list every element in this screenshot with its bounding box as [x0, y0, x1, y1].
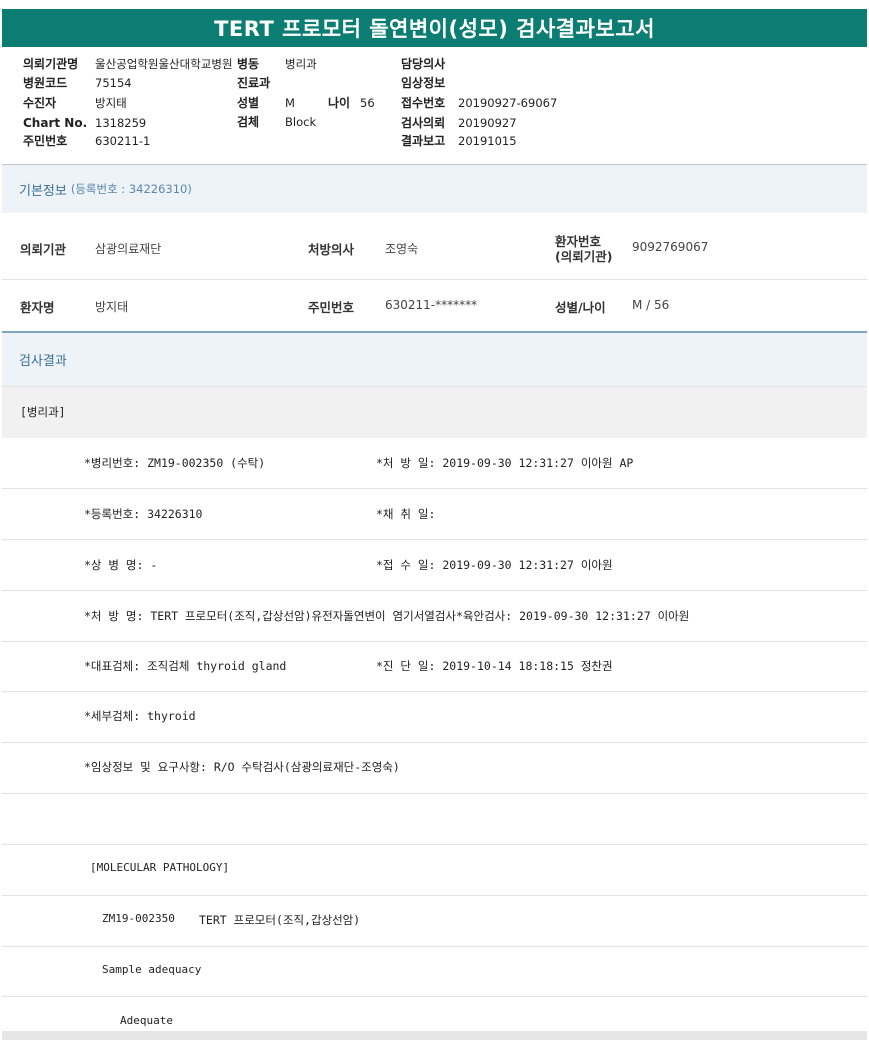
representative-specimen: *대표검체: 조직검체 thyroid gland [84, 659, 287, 673]
header-label-doctor: 담당의사 [401, 57, 446, 71]
basic-info-reg-no: (등록번호 : 34226310) [70, 182, 192, 196]
label-prescriber: 처방의사 [308, 242, 355, 257]
order-date: *처 방 일: 2019-09-30 12:31:27 이아원 AP [376, 456, 634, 470]
sample-adequacy-label: Sample adequacy [102, 963, 202, 976]
header-value-request-date: 20190927 [458, 116, 517, 130]
value-patient-no: 9092769067 [632, 240, 709, 254]
header-label-hospital-code: 병원코드 [23, 76, 68, 90]
result-row: *병리번호: ZM19-002350 (수탁) *처 방 일: 2019-09-… [2, 438, 867, 489]
clinical-info-request: *임상정보 및 요구사항: R/O 수탁검사(삼광의료재단-조영숙) [84, 760, 400, 774]
header-value-sex: M [285, 96, 295, 110]
result-row: *세부검체: thyroid [2, 692, 867, 743]
label-sex-age: 성별/나이 [555, 300, 606, 315]
mp-test-name: TERT 프로모터(조직,갑상선암) [199, 913, 361, 927]
dept-row: [병리과] [2, 386, 867, 438]
receipt-date: *접 수 일: 2019-09-30 12:31:27 이아원 [376, 558, 613, 572]
header-label-sex: 성별 [237, 96, 260, 110]
diagnosis-date: *진 단 일: 2019-10-14 18:18:15 정찬권 [376, 659, 613, 673]
header-value-report-date: 20191015 [458, 134, 517, 148]
label-patient-name: 환자명 [20, 300, 55, 315]
report-title: TERT 프로모터 돌연변이(성모) 검사결과보고서 [2, 9, 867, 47]
header-value-specimen: Block [285, 115, 317, 129]
result-row: *대표검체: 조직검체 thyroid gland *진 단 일: 2019-1… [2, 642, 867, 692]
header-label-chart-no: Chart No. [23, 116, 88, 130]
header-label-patient: 수진자 [23, 96, 57, 110]
header-value-age: 56 [360, 96, 375, 110]
mp-case-id: ZM19-002350 [102, 912, 175, 925]
header-label-specimen: 검체 [237, 115, 260, 129]
molecular-pathology-heading: [MOLECULAR PATHOLOGY] [90, 861, 230, 874]
header-label-ward: 병동 [237, 57, 260, 71]
label-patient-no-sub: (의뢰기관) [555, 249, 613, 264]
header-label-report-date: 결과보고 [401, 134, 446, 148]
order-name: *처 방 명: TERT 프로모터(조직,갑상선암)유전자돌연변이 염기서열검사… [84, 609, 690, 623]
result-row-empty [2, 794, 867, 845]
header-value-accession-no: 20190927-69067 [458, 96, 558, 110]
detail-specimen: *세부검체: thyroid [84, 709, 196, 723]
results-title: 검사결과 [19, 354, 67, 369]
header-value-requester: 울산공업학원울산대학교병원 [95, 57, 233, 71]
label-requesting-org: 의뢰기관 [20, 242, 67, 257]
value-resident-no: 630211-******* [385, 298, 478, 312]
result-row: *임상정보 및 요구사항: R/O 수탁검사(삼광의료재단-조영숙) [2, 743, 867, 794]
horizontal-scrollbar[interactable] [2, 1031, 867, 1040]
result-row: *상 병 명: - *접 수 일: 2019-09-30 12:31:27 이아… [2, 540, 867, 591]
header-label-dept: 진료과 [237, 76, 271, 90]
header-label-resident-no: 주민번호 [23, 134, 68, 148]
header-label-clinical-info: 임상정보 [401, 76, 446, 90]
header-label-request-date: 검사의뢰 [401, 116, 446, 130]
result-row: *처 방 명: TERT 프로모터(조직,갑상선암)유전자돌연변이 염기서열검사… [2, 591, 867, 642]
registration-no: *등록번호: 34226310 [84, 507, 203, 521]
result-row: [MOLECULAR PATHOLOGY] [2, 845, 867, 896]
header-value-ward: 병리과 [285, 57, 317, 71]
value-sex-age: M / 56 [632, 298, 670, 312]
header-value-chart-no: 1318259 [95, 116, 147, 130]
collection-date: *채 취 일: [376, 507, 436, 521]
basic-info-header: 기본정보 (등록번호 : 34226310) [2, 165, 867, 213]
value-prescriber: 조영숙 [385, 242, 419, 256]
result-row: ZM19-002350 TERT 프로모터(조직,갑상선암) [2, 896, 867, 947]
header-value-resident-no: 630211-1 [95, 134, 151, 148]
header-value-hospital-code: 75154 [95, 76, 132, 90]
header-label-accession-no: 접수번호 [401, 96, 446, 110]
result-row: Sample adequacy [2, 947, 867, 997]
header-value-patient: 방지태 [95, 96, 127, 110]
header-label-age: 나이 [328, 96, 351, 110]
label-resident-no: 주민번호 [308, 300, 355, 315]
results-header: 검사결과 [2, 333, 867, 386]
sample-adequacy-value: Adequate [120, 1014, 173, 1027]
pathology-no: *병리번호: ZM19-002350 (수탁) [84, 456, 266, 470]
result-row: Adequate [2, 997, 867, 1031]
value-requesting-org: 삼광의료재단 [95, 242, 162, 256]
basic-info-title: 기본정보 [19, 183, 67, 199]
result-row: *등록번호: 34226310 *채 취 일: [2, 489, 867, 540]
diagnosis-name: *상 병 명: - [84, 558, 158, 572]
header-label-requester: 의뢰기관명 [23, 57, 79, 71]
dept-label: [병리과] [20, 405, 66, 419]
value-patient-name: 방지태 [95, 300, 129, 314]
